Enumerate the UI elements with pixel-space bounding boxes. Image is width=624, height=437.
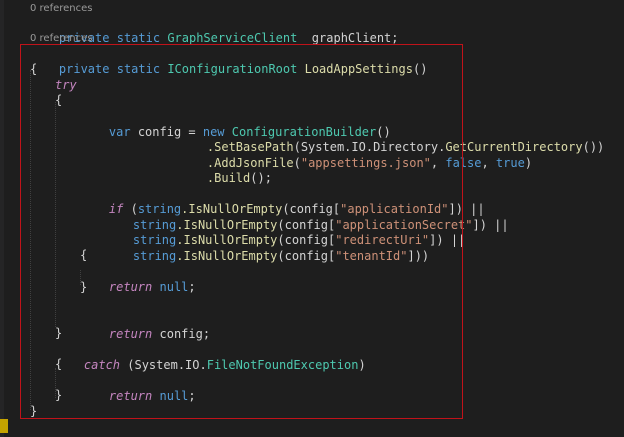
config-index: (config[ <box>277 248 336 263</box>
editor-gutter <box>0 0 4 437</box>
code-line-catch: catch (System.IO.FileNotFoundException) <box>55 342 366 372</box>
code-editor[interactable]: 0 references private static GraphService… <box>0 0 624 437</box>
indent-guide <box>55 102 56 327</box>
codelens-references[interactable]: 0 references <box>30 32 93 45</box>
keyword-try: try <box>55 78 77 92</box>
paren-close: ) <box>358 357 366 372</box>
parens: () <box>412 61 428 76</box>
brace: } <box>30 404 38 418</box>
keyword-static: static <box>116 61 161 76</box>
comma: , <box>430 155 446 170</box>
close-or: ]) || <box>429 232 466 247</box>
brace: { <box>55 357 63 371</box>
code-line-build: .Build(); <box>178 155 272 185</box>
type-graph-service-client: GraphServiceClient <box>167 30 298 45</box>
code-line-if: if (string.IsNullOrEmpty(config["applica… <box>80 186 485 216</box>
indent-guide <box>30 70 31 410</box>
return-value: config; <box>152 326 211 341</box>
keyword-var: var <box>108 124 131 139</box>
text-cursor <box>0 419 8 433</box>
open-brace: { <box>55 357 62 373</box>
return-type: IConfigurationRoot <box>167 61 298 76</box>
code-line-var-config: var config = new ConfigurationBuilder() <box>80 109 391 139</box>
close-brace: } <box>80 280 87 296</box>
close-brace: } <box>55 388 62 404</box>
code-line-signature: private static IConfigurationRoot LoadAp… <box>30 46 428 76</box>
keyword-return: return <box>108 326 153 341</box>
paren-close: ) <box>524 155 533 170</box>
method-is-null-or-empty: .IsNullOrEmpty <box>176 248 278 263</box>
close-brace: } <box>55 326 62 342</box>
keyword-return: return <box>108 388 153 403</box>
keyword-true: true <box>495 155 525 170</box>
catch-open: (System.IO. <box>120 357 207 372</box>
string-appsettings: "appsettings.json" <box>300 155 431 170</box>
open-brace: { <box>80 248 87 264</box>
brace: { <box>30 62 38 76</box>
code-line-return-config: return config; <box>80 311 210 341</box>
code-line-return-null: return null; <box>80 373 196 403</box>
paren-open: ( <box>293 155 301 170</box>
open-brace: { <box>55 93 62 109</box>
code-line-field: private static GraphServiceClient _graph… <box>58 30 399 45</box>
codelens-references[interactable]: 0 references <box>30 2 93 15</box>
brace: { <box>55 93 63 107</box>
keyword-string: string <box>132 248 177 263</box>
brace: } <box>80 280 88 294</box>
method-build: .Build <box>206 170 251 185</box>
brace: } <box>55 326 63 340</box>
method-name: LoadAppSettings <box>304 61 413 76</box>
open-brace: { <box>30 62 37 78</box>
close-brace: } <box>30 404 37 420</box>
code-line-set-base-path: .SetBasePath(System.IO.Directory.GetCurr… <box>178 124 604 154</box>
semicolon: ; <box>188 388 196 403</box>
keyword-null: null <box>159 279 189 294</box>
paren-close: (); <box>250 170 272 185</box>
brace: { <box>80 248 88 262</box>
code-line-add-json-file: .AddJsonFile("appsettings.json", false, … <box>178 140 532 170</box>
keyword-catch: catch <box>83 357 121 372</box>
keyword-return: return <box>108 279 153 294</box>
brace: } <box>55 388 63 402</box>
keyword-null: null <box>159 388 189 403</box>
type-file-not-found-exception: FileNotFoundException <box>206 357 359 372</box>
close-final: ])) <box>407 248 430 263</box>
keyword-false: false <box>445 155 482 170</box>
code-line-return-null: return null; <box>80 264 196 294</box>
string-tenant-id: "tenantId" <box>335 248 408 263</box>
code-line-tenant: string.IsNullOrEmpty(config["tenantId"])… <box>104 233 429 263</box>
semicolon: ; <box>188 279 196 294</box>
code-line-app-secret: string.IsNullOrEmpty(config["application… <box>104 202 509 232</box>
keyword-static: static <box>116 30 161 45</box>
code-line-redirect: string.IsNullOrEmpty(config["redirectUri… <box>104 217 465 247</box>
close-or: ]) || <box>472 217 509 232</box>
code-line-try: try <box>55 78 77 94</box>
keyword-private: private <box>58 61 110 76</box>
args-close: ()) <box>582 139 605 154</box>
comma: , <box>481 155 496 170</box>
